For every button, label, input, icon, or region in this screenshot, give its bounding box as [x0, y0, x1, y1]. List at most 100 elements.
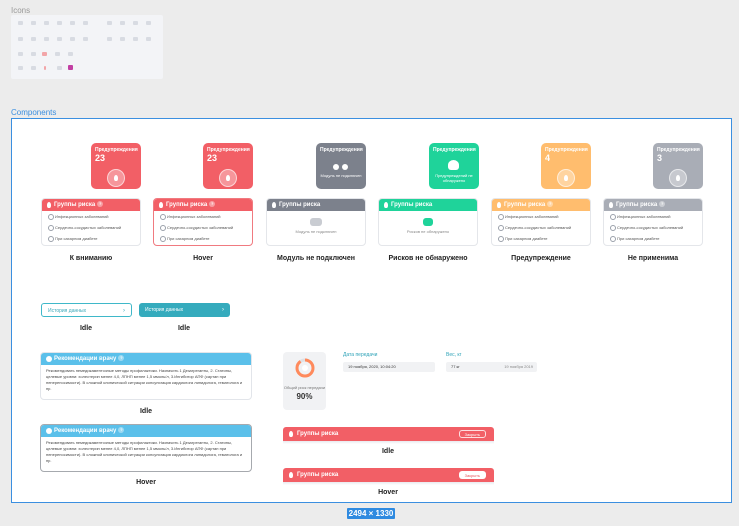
- risk-item: Сердечно-сосудистых заболеваний: [492, 222, 590, 233]
- bar-shadow: [283, 482, 494, 485]
- warning-tile-warning[interactable]: Предупреждения 4: [541, 143, 591, 189]
- glyph-icon: [18, 37, 23, 41]
- doctor-recommendation-idle[interactable]: Рекомендации врачу? Рекомендовать немеди…: [40, 352, 252, 400]
- tile-count: 23: [207, 153, 218, 163]
- glyph-icon: [18, 52, 23, 56]
- close-button[interactable]: Закрыть: [458, 430, 486, 438]
- warning-tile-attention[interactable]: Предупреждения 23: [91, 143, 141, 189]
- overall-risk-value: 90%: [296, 392, 313, 401]
- close-button[interactable]: Закрыть: [458, 471, 486, 479]
- doctor-recommendation-text: Рекомендовать немедикаментозные методы п…: [46, 368, 243, 391]
- glyph-icon: [44, 21, 49, 25]
- risk-card-none-found[interactable]: Группы риска Рисков не обнаружено: [378, 198, 478, 246]
- doctor-recommendation-header: Рекомендации врачу?: [41, 425, 251, 437]
- bar-shadow: [283, 441, 494, 444]
- chevron-icon: [146, 21, 151, 25]
- warning-tile-not-applicable[interactable]: Предупреждения 3: [653, 143, 703, 189]
- state-label: Не применима: [627, 255, 679, 262]
- tile-count: 23: [95, 153, 106, 163]
- drop-icon: [219, 169, 237, 187]
- risk-card-header: Группы риска: [379, 199, 477, 211]
- warning-tile-hover[interactable]: Предупреждения 23: [203, 143, 253, 189]
- risk-item: При сахарном диабете: [42, 233, 140, 244]
- drop-icon: [107, 169, 125, 187]
- calendar-icon: [120, 37, 125, 41]
- glyph-icon: [31, 37, 36, 41]
- date-field[interactable]: 19 ноября, 2020, 10:04:20: [343, 362, 435, 372]
- doctor-recommendation-header: Рекомендации врачу?: [41, 353, 251, 365]
- risk-card-hover[interactable]: Группы риска? Инфекционных заболеваний С…: [153, 198, 253, 246]
- app-icon: [68, 65, 73, 70]
- risk-item: Сердечно-сосудистых заболеваний: [604, 222, 702, 233]
- glyph-icon: [57, 66, 62, 70]
- state-label: Idle: [139, 408, 153, 415]
- glyph-icon: [68, 52, 73, 56]
- doctor-recommendation-hover[interactable]: Рекомендации врачу? Рекомендовать немеди…: [40, 424, 252, 472]
- glyph-icon: [133, 21, 138, 25]
- risk-item: Инфекционных заболеваний: [42, 211, 140, 222]
- heart-icon: [120, 21, 125, 25]
- tile-caption: Предупреждений не обнаружено: [435, 173, 473, 183]
- drop-icon: [557, 169, 575, 187]
- glyph-icon: [42, 52, 47, 56]
- state-label: Idle: [177, 325, 191, 332]
- more-icon: [146, 37, 151, 41]
- chevron-right-icon: ›: [123, 308, 125, 314]
- state-label: Модуль не подключен: [277, 255, 355, 262]
- warning-tile-not-connected[interactable]: Предупреждения Модуль не подключен: [316, 143, 366, 189]
- history-button-active[interactable]: История данных ›: [139, 303, 230, 317]
- risk-item: Инфекционных заболеваний: [492, 211, 590, 222]
- weight-label: Вес, кг: [446, 352, 462, 358]
- risk-card-attention[interactable]: Группы риска? Инфекционных заболеваний С…: [41, 198, 141, 246]
- tile-title: Предупреждения: [657, 147, 700, 153]
- weight-date: 19 ноября 2019: [504, 364, 533, 369]
- frame-size-badge: 2494 × 1330: [347, 508, 395, 519]
- risk-group-bar-hover[interactable]: Группы риска Закрыть: [283, 468, 494, 482]
- risk-card-not-connected[interactable]: Группы риска Модуль не подключен: [266, 198, 366, 246]
- state-label: Hover: [136, 479, 156, 486]
- heart-icon: [448, 160, 459, 170]
- icons-panel: [11, 15, 163, 79]
- weight-field[interactable]: 77 кг 19 ноября 2019: [446, 362, 537, 372]
- risk-item: Сердечно-сосудистых заболеваний: [42, 222, 140, 233]
- overall-risk-card: Общий риск передачи 90%: [283, 352, 326, 410]
- risk-item: При сахарном диабете: [154, 233, 252, 244]
- state-label: Hover: [193, 255, 213, 262]
- glyph-icon: [31, 66, 36, 70]
- risk-gauge: [295, 358, 314, 378]
- glyph-icon: [83, 21, 88, 25]
- icons-section-title: Icons: [11, 6, 31, 15]
- tile-title: Предупреждения: [433, 147, 476, 153]
- doctor-recommendation-text: Рекомендовать немедикаментозные методы п…: [46, 440, 243, 463]
- warning-tile-none-found[interactable]: Предупреждения Предупреждений не обнаруж…: [429, 143, 479, 189]
- tile-title: Предупреждения: [320, 147, 363, 153]
- risk-card-header: Группы риска: [267, 199, 365, 211]
- tile-count: 3: [657, 153, 663, 163]
- risk-card-not-applicable[interactable]: Группы риска? Инфекционных заболеваний С…: [603, 198, 703, 246]
- state-label: Hover: [378, 489, 398, 496]
- glyph-icon: [31, 21, 36, 25]
- eye-icon: [107, 21, 112, 25]
- heart-icon: [423, 218, 433, 226]
- risk-group-bar-idle[interactable]: Группы риска Закрыть: [283, 427, 494, 441]
- glyph-icon: [70, 21, 75, 25]
- tile-caption: Модуль не подключен: [320, 173, 362, 178]
- state-label: К вниманию: [69, 255, 113, 262]
- risk-card-warning[interactable]: Группы риска? Инфекционных заболеваний С…: [491, 198, 591, 246]
- overall-risk-label: Общий риск передачи: [283, 385, 326, 390]
- state-label: Idle: [381, 448, 395, 455]
- history-button-idle[interactable]: История данных ›: [41, 303, 132, 317]
- tile-count: 4: [545, 153, 551, 163]
- glyph-icon: [83, 37, 88, 41]
- glyph-icon: [44, 66, 46, 70]
- risk-card-header: Группы риска?: [42, 199, 140, 211]
- glyph-icon: [57, 37, 62, 41]
- search-icon: [107, 37, 112, 41]
- components-section-title: Components: [11, 108, 57, 117]
- glyph-icon: [55, 52, 60, 56]
- tile-title: Предупреждения: [545, 147, 588, 153]
- glyph-icon: [18, 66, 23, 70]
- components-frame: Предупреждения 23 Предупреждения 23 Пред…: [11, 118, 732, 503]
- glyph-icon: [70, 37, 75, 41]
- glyph-icon: [18, 21, 23, 25]
